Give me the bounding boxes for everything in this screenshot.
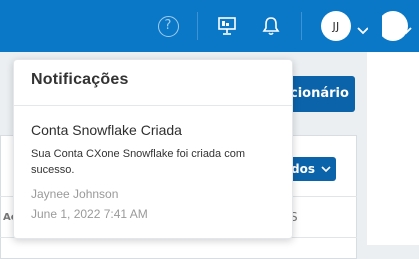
notification-title: Conta Snowflake Criada [31, 122, 182, 138]
top-header-bar: ? JJ [0, 0, 419, 52]
notification-item[interactable]: Conta Snowflake Criada Sua Conta CXone S… [31, 122, 286, 221]
header-divider [197, 12, 198, 40]
notification-user: Jaynee Johnson [31, 187, 119, 201]
notification-message: Sua Conta CXone Snowflake foi criada com… [31, 148, 246, 176]
chevron-down-icon [321, 166, 331, 173]
notifications-title: Notificações [31, 71, 129, 88]
notifications-panel: Notificações Conta Snowflake Criada Sua … [13, 59, 293, 239]
presentation-board-icon[interactable] [214, 13, 240, 39]
notification-timestamp: June 1, 2022 7:41 AM [31, 207, 148, 221]
divider [14, 105, 292, 106]
right-panel [367, 52, 419, 245]
avatar-mask [368, 11, 382, 41]
question-circle-icon[interactable]: ? [155, 13, 181, 39]
header-divider [301, 12, 302, 40]
user-avatar[interactable]: JJ [321, 11, 351, 41]
chevron-down-icon[interactable] [400, 20, 412, 39]
bell-icon[interactable] [258, 13, 284, 39]
filter-dropdown-label: dos [291, 162, 315, 176]
